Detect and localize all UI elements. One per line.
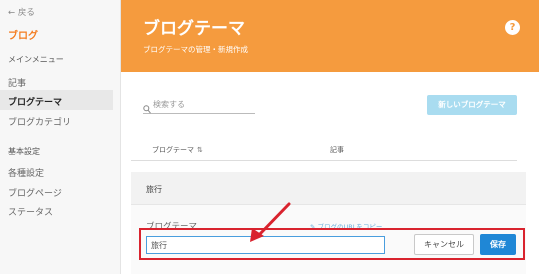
search-input[interactable] — [153, 96, 253, 112]
sidebar-item-articles[interactable]: 記事 — [8, 76, 26, 89]
page-subtitle: ブログテーマの管理・新規作成 — [143, 45, 248, 54]
new-blog-theme-button[interactable]: 新しいブログテーマ — [427, 95, 517, 115]
main-menu-heading: メインメニュー — [8, 55, 64, 64]
sidebar-item-settings[interactable]: 各種設定 — [8, 166, 44, 179]
search-icon — [143, 99, 151, 118]
sidebar-item-blog-page[interactable]: ブログページ — [8, 186, 62, 199]
blog-theme-name-input[interactable] — [146, 236, 385, 254]
panel-header — [131, 172, 526, 205]
search-box[interactable] — [143, 96, 255, 114]
sort-icon[interactable]: ⇅ — [197, 146, 203, 154]
sidebar-item-blog[interactable]: ブログ — [8, 27, 38, 42]
save-button[interactable]: 保存 — [480, 234, 516, 255]
page-title: ブログテーマ — [143, 19, 245, 39]
help-icon[interactable]: ? — [505, 20, 520, 35]
table-header-divider — [131, 160, 517, 161]
column-header-label: ブログテーマ — [152, 146, 194, 154]
column-header-blog-theme[interactable]: ブログテーマ ⇅ — [152, 145, 203, 155]
sidebar: ← 戻る ブログ メインメニュー 記事 ブログテーマ ブログカテゴリ 基本設定 … — [0, 0, 121, 274]
sidebar-item-blog-themes[interactable]: ブログテーマ — [8, 95, 62, 108]
panel-title: 旅行 — [146, 185, 162, 194]
basic-settings-heading: 基本設定 — [8, 147, 40, 156]
back-link[interactable]: ← 戻る — [8, 6, 35, 18]
sidebar-item-blog-categories[interactable]: ブログカテゴリ — [8, 115, 71, 128]
sidebar-item-status[interactable]: ステータス — [8, 205, 53, 218]
cancel-button[interactable]: キャンセル — [414, 234, 474, 255]
page-header: ブログテーマ ブログテーマの管理・新規作成 ? — [121, 0, 539, 72]
column-header-articles: 記事 — [330, 146, 344, 154]
